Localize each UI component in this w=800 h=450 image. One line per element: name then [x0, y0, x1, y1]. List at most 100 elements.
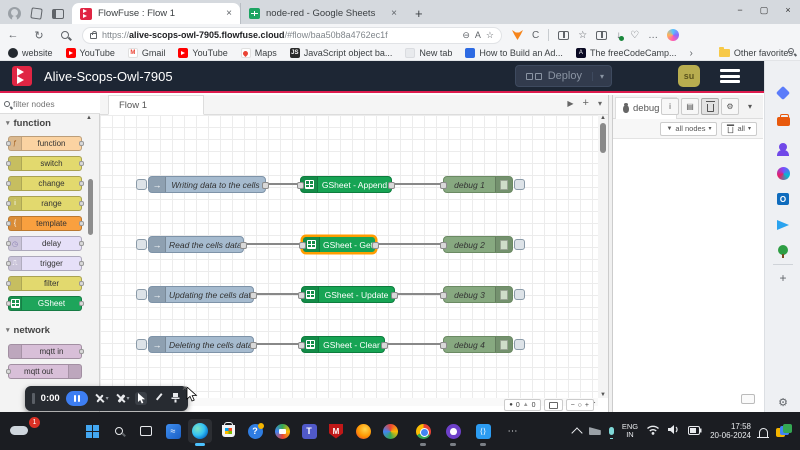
- scroll-up-icon[interactable]: ▲: [598, 115, 608, 121]
- minimap-toggle-button[interactable]: [544, 399, 563, 411]
- eraser-tool-icon[interactable]: [170, 390, 181, 408]
- bookmark-item[interactable]: YouTube: [178, 48, 227, 58]
- tree-growth-icon[interactable]: [775, 242, 791, 258]
- taskbar-search-icon[interactable]: [107, 419, 131, 443]
- drop-send-icon[interactable]: [775, 217, 791, 233]
- scrollbar-thumb[interactable]: [88, 179, 93, 235]
- favorite-star-icon[interactable]: ☆: [486, 30, 494, 41]
- palette-node-function[interactable]: ƒfunction: [8, 136, 82, 151]
- edge-icon[interactable]: [188, 419, 212, 443]
- debug-node[interactable]: debug 4: [443, 336, 513, 353]
- output-port[interactable]: [381, 342, 388, 349]
- palette-node-range[interactable]: irange: [8, 196, 82, 211]
- zoom-controls[interactable]: −○+: [566, 399, 594, 411]
- display-tray-icon[interactable]: [589, 427, 601, 435]
- zoom-out-button[interactable]: −: [571, 402, 575, 409]
- input-port[interactable]: [297, 182, 304, 189]
- clock[interactable]: 17:5820-06-2024: [710, 422, 751, 440]
- debug-node[interactable]: debug 1: [443, 176, 513, 193]
- palette-node-switch[interactable]: switch: [8, 156, 82, 171]
- deploy-options-chevron-icon[interactable]: ▾: [592, 72, 611, 81]
- tab-flowfuse[interactable]: FlowFuse : Flow 1 ×: [72, 3, 240, 24]
- read-aloud-icon[interactable]: A: [475, 30, 481, 40]
- new-tab-button[interactable]: +: [405, 6, 433, 24]
- input-port[interactable]: [440, 292, 447, 299]
- input-port[interactable]: [440, 242, 447, 249]
- back-button[interactable]: ←: [0, 29, 26, 41]
- address-bar[interactable]: https://alive-scops-owl-7905.flowfuse.cl…: [82, 27, 502, 44]
- highlighter-options-chevron-icon[interactable]: ▾: [126, 395, 129, 402]
- minimize-button[interactable]: −: [728, 0, 752, 22]
- clear-messages-button[interactable]: all▾: [721, 122, 757, 136]
- microphone-tray-icon[interactable]: [609, 427, 614, 435]
- firefox-icon[interactable]: [351, 419, 375, 443]
- inject-node[interactable]: →Writing data to the cells: [148, 176, 266, 193]
- debug-toggle-button[interactable]: [514, 239, 525, 250]
- battery-icon[interactable]: [688, 422, 702, 440]
- gsheet-node[interactable]: GSheet - Clear: [301, 336, 385, 353]
- palette-search[interactable]: [0, 95, 100, 114]
- hidden-icons-chevron[interactable]: [571, 427, 582, 438]
- show-desktop-widget-icon[interactable]: [776, 424, 792, 438]
- split-screen-icon[interactable]: [558, 31, 569, 40]
- user-avatar[interactable]: su: [678, 65, 700, 87]
- language-indicator[interactable]: ENGIN: [622, 423, 638, 439]
- inject-button[interactable]: [136, 179, 147, 190]
- taskbar-overflow-icon[interactable]: ⋯: [501, 419, 525, 443]
- volume-icon[interactable]: [668, 422, 680, 440]
- highlighter-disabled-icon[interactable]: [115, 393, 125, 404]
- restore-button[interactable]: ▢: [752, 0, 776, 22]
- debug-message-list[interactable]: [613, 139, 763, 412]
- workspaces-icon[interactable]: [30, 7, 42, 19]
- games-person-icon[interactable]: [775, 139, 791, 155]
- close-window-button[interactable]: ×: [776, 0, 800, 22]
- canvas-vscrollbar[interactable]: ▲ ▼: [598, 115, 608, 398]
- config-tab-button[interactable]: ⚙: [721, 98, 739, 115]
- palette-scrollbar[interactable]: [88, 117, 94, 397]
- metamask-icon[interactable]: [512, 30, 523, 40]
- gsheet-node[interactable]: GSheet - Update: [301, 286, 395, 303]
- palette-category-function[interactable]: ▾ function: [0, 115, 100, 131]
- output-port[interactable]: [250, 342, 257, 349]
- output-port[interactable]: [391, 292, 398, 299]
- browser-essentials-icon[interactable]: ♡: [630, 30, 639, 41]
- refresh-button[interactable]: ↻: [26, 29, 52, 42]
- zoom-reset-button[interactable]: ○: [578, 402, 582, 409]
- tab-google-sheets[interactable]: node-red - Google Sheets ×: [240, 3, 405, 24]
- flowfuse-logo[interactable]: [12, 66, 32, 86]
- next-tab-icon[interactable]: ▶: [567, 99, 573, 108]
- mcafee-icon[interactable]: M: [324, 419, 348, 443]
- inject-node[interactable]: →Deleting the cells data: [148, 336, 254, 353]
- screen-recorder-toolbar[interactable]: 0:00 ▾ ▾: [25, 386, 188, 411]
- sidebar-search-icon[interactable]: [788, 48, 794, 54]
- settings-more-icon[interactable]: …: [648, 30, 658, 41]
- zoom-out-icon[interactable]: ⊖: [462, 30, 470, 41]
- flow-grid[interactable]: →Writing data to the cells GSheet - Appe…: [100, 115, 598, 398]
- palette-node-gsheet[interactable]: GSheet: [8, 296, 82, 311]
- output-port[interactable]: [372, 242, 379, 249]
- url-text[interactable]: https://alive-scops-owl-7905.flowfuse.cl…: [102, 30, 457, 40]
- help-tab-button[interactable]: ▤: [681, 98, 699, 115]
- zoom-in-button[interactable]: +: [585, 402, 589, 409]
- debug-toggle-button[interactable]: [514, 179, 525, 190]
- drag-handle[interactable]: [32, 393, 35, 404]
- bookmark-item[interactable]: How to Build an Ad...: [465, 48, 563, 58]
- palette-node-trigger[interactable]: ⎍trigger: [8, 256, 82, 271]
- toolbox-icon[interactable]: [775, 113, 791, 129]
- tab-actions-icon[interactable]: [52, 9, 64, 19]
- camera-app-icon[interactable]: [270, 419, 294, 443]
- console-toggle-icon[interactable]: [741, 394, 755, 404]
- microsoft-store-icon[interactable]: [216, 419, 240, 443]
- add-flow-button[interactable]: +: [583, 97, 589, 109]
- notifications-bell-icon[interactable]: [759, 428, 768, 437]
- vscode-icon[interactable]: ⟨⟩: [471, 419, 495, 443]
- palette-node-change[interactable]: change: [8, 176, 82, 191]
- inject-button[interactable]: [136, 239, 147, 250]
- pause-button[interactable]: [66, 391, 88, 406]
- filter-nodes-button[interactable]: ▼all nodes▾: [660, 122, 717, 136]
- outlook-icon[interactable]: O: [775, 191, 791, 207]
- inject-node[interactable]: →Read the cells data: [148, 236, 244, 253]
- bookmarks-overflow-icon[interactable]: ›: [689, 48, 692, 59]
- deploy-button[interactable]: Deploy ▾: [515, 65, 612, 87]
- flow-tab[interactable]: Flow 1: [108, 95, 204, 115]
